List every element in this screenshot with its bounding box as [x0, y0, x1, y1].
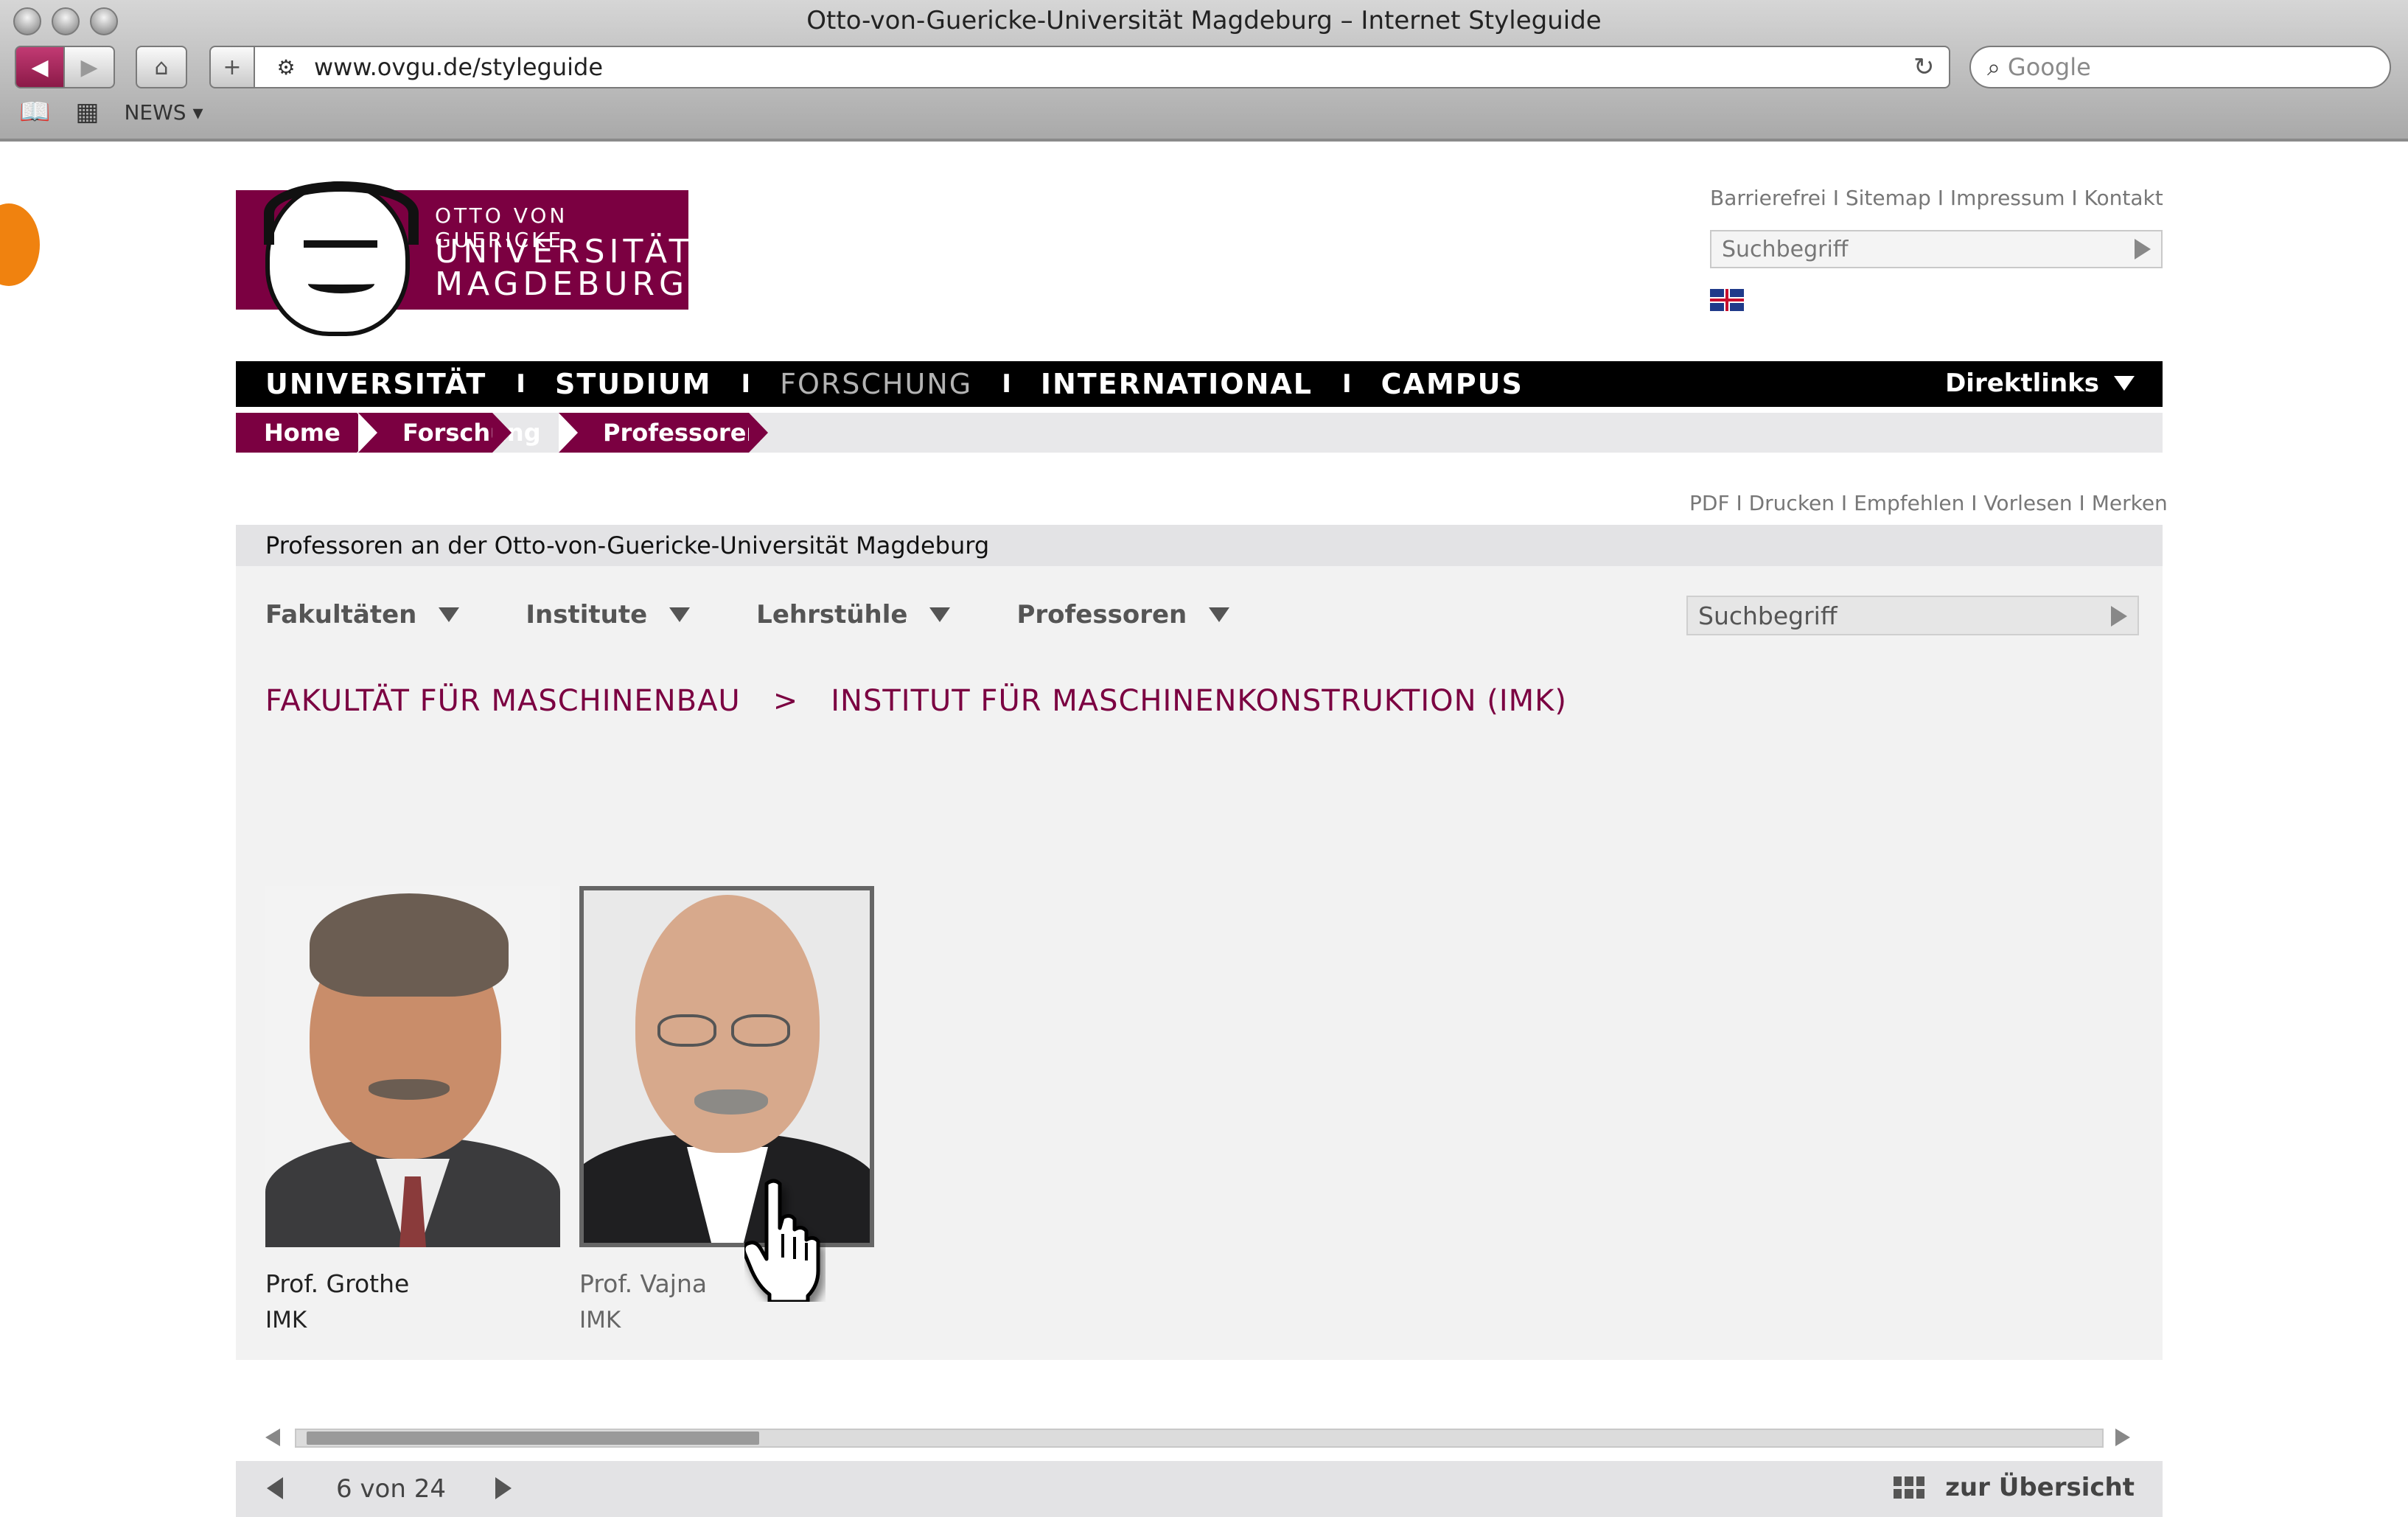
- back-arrow-icon: ◀: [31, 54, 49, 80]
- browser-chrome: Otto-von-Guericke-Universität Magdeburg …: [0, 0, 2408, 142]
- logo-line-3: MAGDEBURG: [435, 265, 689, 303]
- path-institute[interactable]: INSTITUT FÜR MASCHINENKONSTRUKTION (IMK): [831, 684, 1567, 718]
- filter-institute-label: Institute: [526, 600, 648, 630]
- direktlinks-label: Direktlinks: [1945, 369, 2099, 398]
- nav-studium[interactable]: STUDIUM: [555, 368, 712, 400]
- chevron-down-icon: [929, 607, 951, 622]
- professor-photo[interactable]: [265, 886, 560, 1247]
- scroll-right-arrow-icon[interactable]: [2115, 1429, 2130, 1446]
- meta-links[interactable]: Barrierefrei I Sitemap I Impressum I Kon…: [1710, 186, 2163, 210]
- university-logo[interactable]: OTTO VON GUERICKE UNIVERSITÄT MAGDEBURG: [236, 181, 689, 336]
- chevron-down-icon: [1209, 607, 1230, 622]
- direktlinks-dropdown[interactable]: Direktlinks: [1945, 369, 2135, 398]
- chevron-down-icon: [2114, 376, 2135, 391]
- top-sites-grid-icon[interactable]: ▦: [75, 97, 99, 127]
- filter-fakultaeten-label: Fakultäten: [265, 600, 417, 630]
- overview-link[interactable]: zur Übersicht: [1894, 1473, 2135, 1502]
- grid-view-icon: [1894, 1476, 1925, 1499]
- bookmark-news[interactable]: NEWS ▾: [124, 100, 203, 125]
- professor-card[interactable]: Prof. Grothe IMK: [265, 886, 560, 1333]
- scrollbar-thumb[interactable]: [307, 1431, 759, 1445]
- main-navigation: UNIVERSITÄT I STUDIUM I FORSCHUNG I INTE…: [236, 361, 2163, 407]
- breadcrumb-professoren-label: Professoren: [603, 419, 764, 447]
- header-search-placeholder: Suchbegriff: [1722, 236, 1849, 262]
- bookmarks-bar: 📖 ▦ NEWS ▾: [19, 97, 203, 127]
- bookmarks-book-icon[interactable]: 📖: [19, 97, 50, 127]
- nav-universitaet[interactable]: UNIVERSITÄT: [265, 368, 486, 400]
- header-search-submit-icon[interactable]: [2135, 239, 2151, 259]
- nav-separator: I: [1002, 369, 1011, 399]
- path-faculty[interactable]: FAKULTÄT FÜR MASCHINENBAU: [265, 684, 741, 718]
- filter-lehrstuehle-label: Lehrstühle: [756, 600, 908, 630]
- nav-separator: I: [1342, 369, 1352, 399]
- previous-page-icon[interactable]: [267, 1477, 283, 1499]
- filter-lehrstuehle[interactable]: Lehrstühle: [756, 600, 951, 630]
- breadcrumb-professoren[interactable]: Professoren: [559, 413, 768, 453]
- professors-panel: Professoren an der Otto-von-Guericke-Uni…: [236, 525, 2163, 1517]
- pager-bar: 6 von 24 zur Übersicht: [236, 1461, 2163, 1517]
- page-count: 6 von 24: [336, 1474, 446, 1504]
- panel-title: Professoren an der Otto-von-Guericke-Uni…: [236, 525, 2163, 566]
- professor-institute: IMK: [265, 1307, 307, 1333]
- add-bookmark-button[interactable]: +: [209, 46, 255, 88]
- chevron-down-icon: [669, 607, 691, 622]
- horizontal-scrollbar[interactable]: [295, 1429, 2104, 1448]
- overview-label: zur Übersicht: [1945, 1473, 2135, 1502]
- forward-arrow-icon: ▶: [80, 54, 98, 80]
- address-bar[interactable]: ⚙ www.ovgu.de/styleguide ↻: [254, 46, 1950, 88]
- web-page: OTTO VON GUERICKE UNIVERSITÄT MAGDEBURG …: [0, 144, 2408, 1517]
- home-button[interactable]: ⌂: [136, 46, 187, 88]
- forward-button[interactable]: ▶: [65, 46, 115, 88]
- nav-international[interactable]: INTERNATIONAL: [1041, 368, 1313, 400]
- home-icon: ⌂: [154, 54, 169, 80]
- hand-pointer-cursor-icon: [744, 1179, 820, 1302]
- filter-bar: Fakultäten Institute Lehrstühle Professo…: [265, 600, 1296, 630]
- professor-search-input[interactable]: Suchbegriff: [1686, 596, 2139, 635]
- filter-professoren[interactable]: Professoren: [1016, 600, 1230, 630]
- nav-forschung[interactable]: FORSCHUNG: [780, 368, 972, 400]
- history-buttons: ◀ ▶: [15, 46, 115, 88]
- orange-marker: [0, 203, 40, 286]
- selection-path: FAKULTÄT FÜR MASCHINENBAU > INSTITUT FÜR…: [265, 684, 1567, 718]
- professor-institute: IMK: [579, 1307, 621, 1333]
- reload-icon[interactable]: ↻: [1913, 52, 1949, 82]
- plus-icon: +: [223, 54, 242, 80]
- filter-professoren-label: Professoren: [1016, 600, 1187, 630]
- breadcrumb-forschung[interactable]: Forschung: [358, 413, 541, 453]
- url-text[interactable]: www.ovgu.de/styleguide: [314, 53, 1913, 81]
- path-separator: >: [772, 684, 799, 718]
- nav-campus[interactable]: CAMPUS: [1381, 368, 1524, 400]
- search-icon: ⌕: [1987, 52, 2000, 81]
- search-submit-icon[interactable]: [2111, 606, 2127, 627]
- browser-search-placeholder: Google: [2007, 53, 2091, 81]
- breadcrumb-home[interactable]: Home: [236, 413, 376, 453]
- breadcrumb-forschung-label: Forschung: [402, 419, 541, 447]
- nav-separator: I: [516, 369, 526, 399]
- professor-search-placeholder: Suchbegriff: [1698, 601, 1838, 630]
- window-title: Otto-von-Guericke-Universität Magdeburg …: [806, 6, 1602, 35]
- professor-name[interactable]: Prof. Grothe: [265, 1269, 560, 1298]
- uk-flag-icon[interactable]: [1710, 289, 1744, 311]
- scroll-left-arrow-icon[interactable]: [265, 1429, 280, 1446]
- chevron-down-icon: [439, 607, 460, 622]
- nav-separator: I: [741, 369, 751, 399]
- browser-search-field[interactable]: ⌕ Google: [1969, 46, 2391, 88]
- breadcrumb: Home Forschung Professoren: [236, 413, 2163, 453]
- utility-links[interactable]: PDF I Drucken I Empfehlen I Vorlesen I M…: [1689, 491, 2168, 515]
- professor-name[interactable]: Prof. Vajna: [579, 1269, 874, 1298]
- guericke-portrait-icon: [264, 181, 419, 336]
- next-page-icon[interactable]: [495, 1477, 512, 1499]
- professor-card-selected[interactable]: Prof. Vajna IMK: [579, 886, 874, 1333]
- filter-fakultaeten[interactable]: Fakultäten: [265, 600, 460, 630]
- breadcrumb-home-label: Home: [264, 419, 341, 447]
- back-button[interactable]: ◀: [15, 46, 65, 88]
- professor-photo[interactable]: [579, 886, 874, 1247]
- site-favicon-icon: ⚙: [276, 55, 296, 80]
- header-search-input[interactable]: Suchbegriff: [1710, 230, 2163, 268]
- filter-institute[interactable]: Institute: [526, 600, 691, 630]
